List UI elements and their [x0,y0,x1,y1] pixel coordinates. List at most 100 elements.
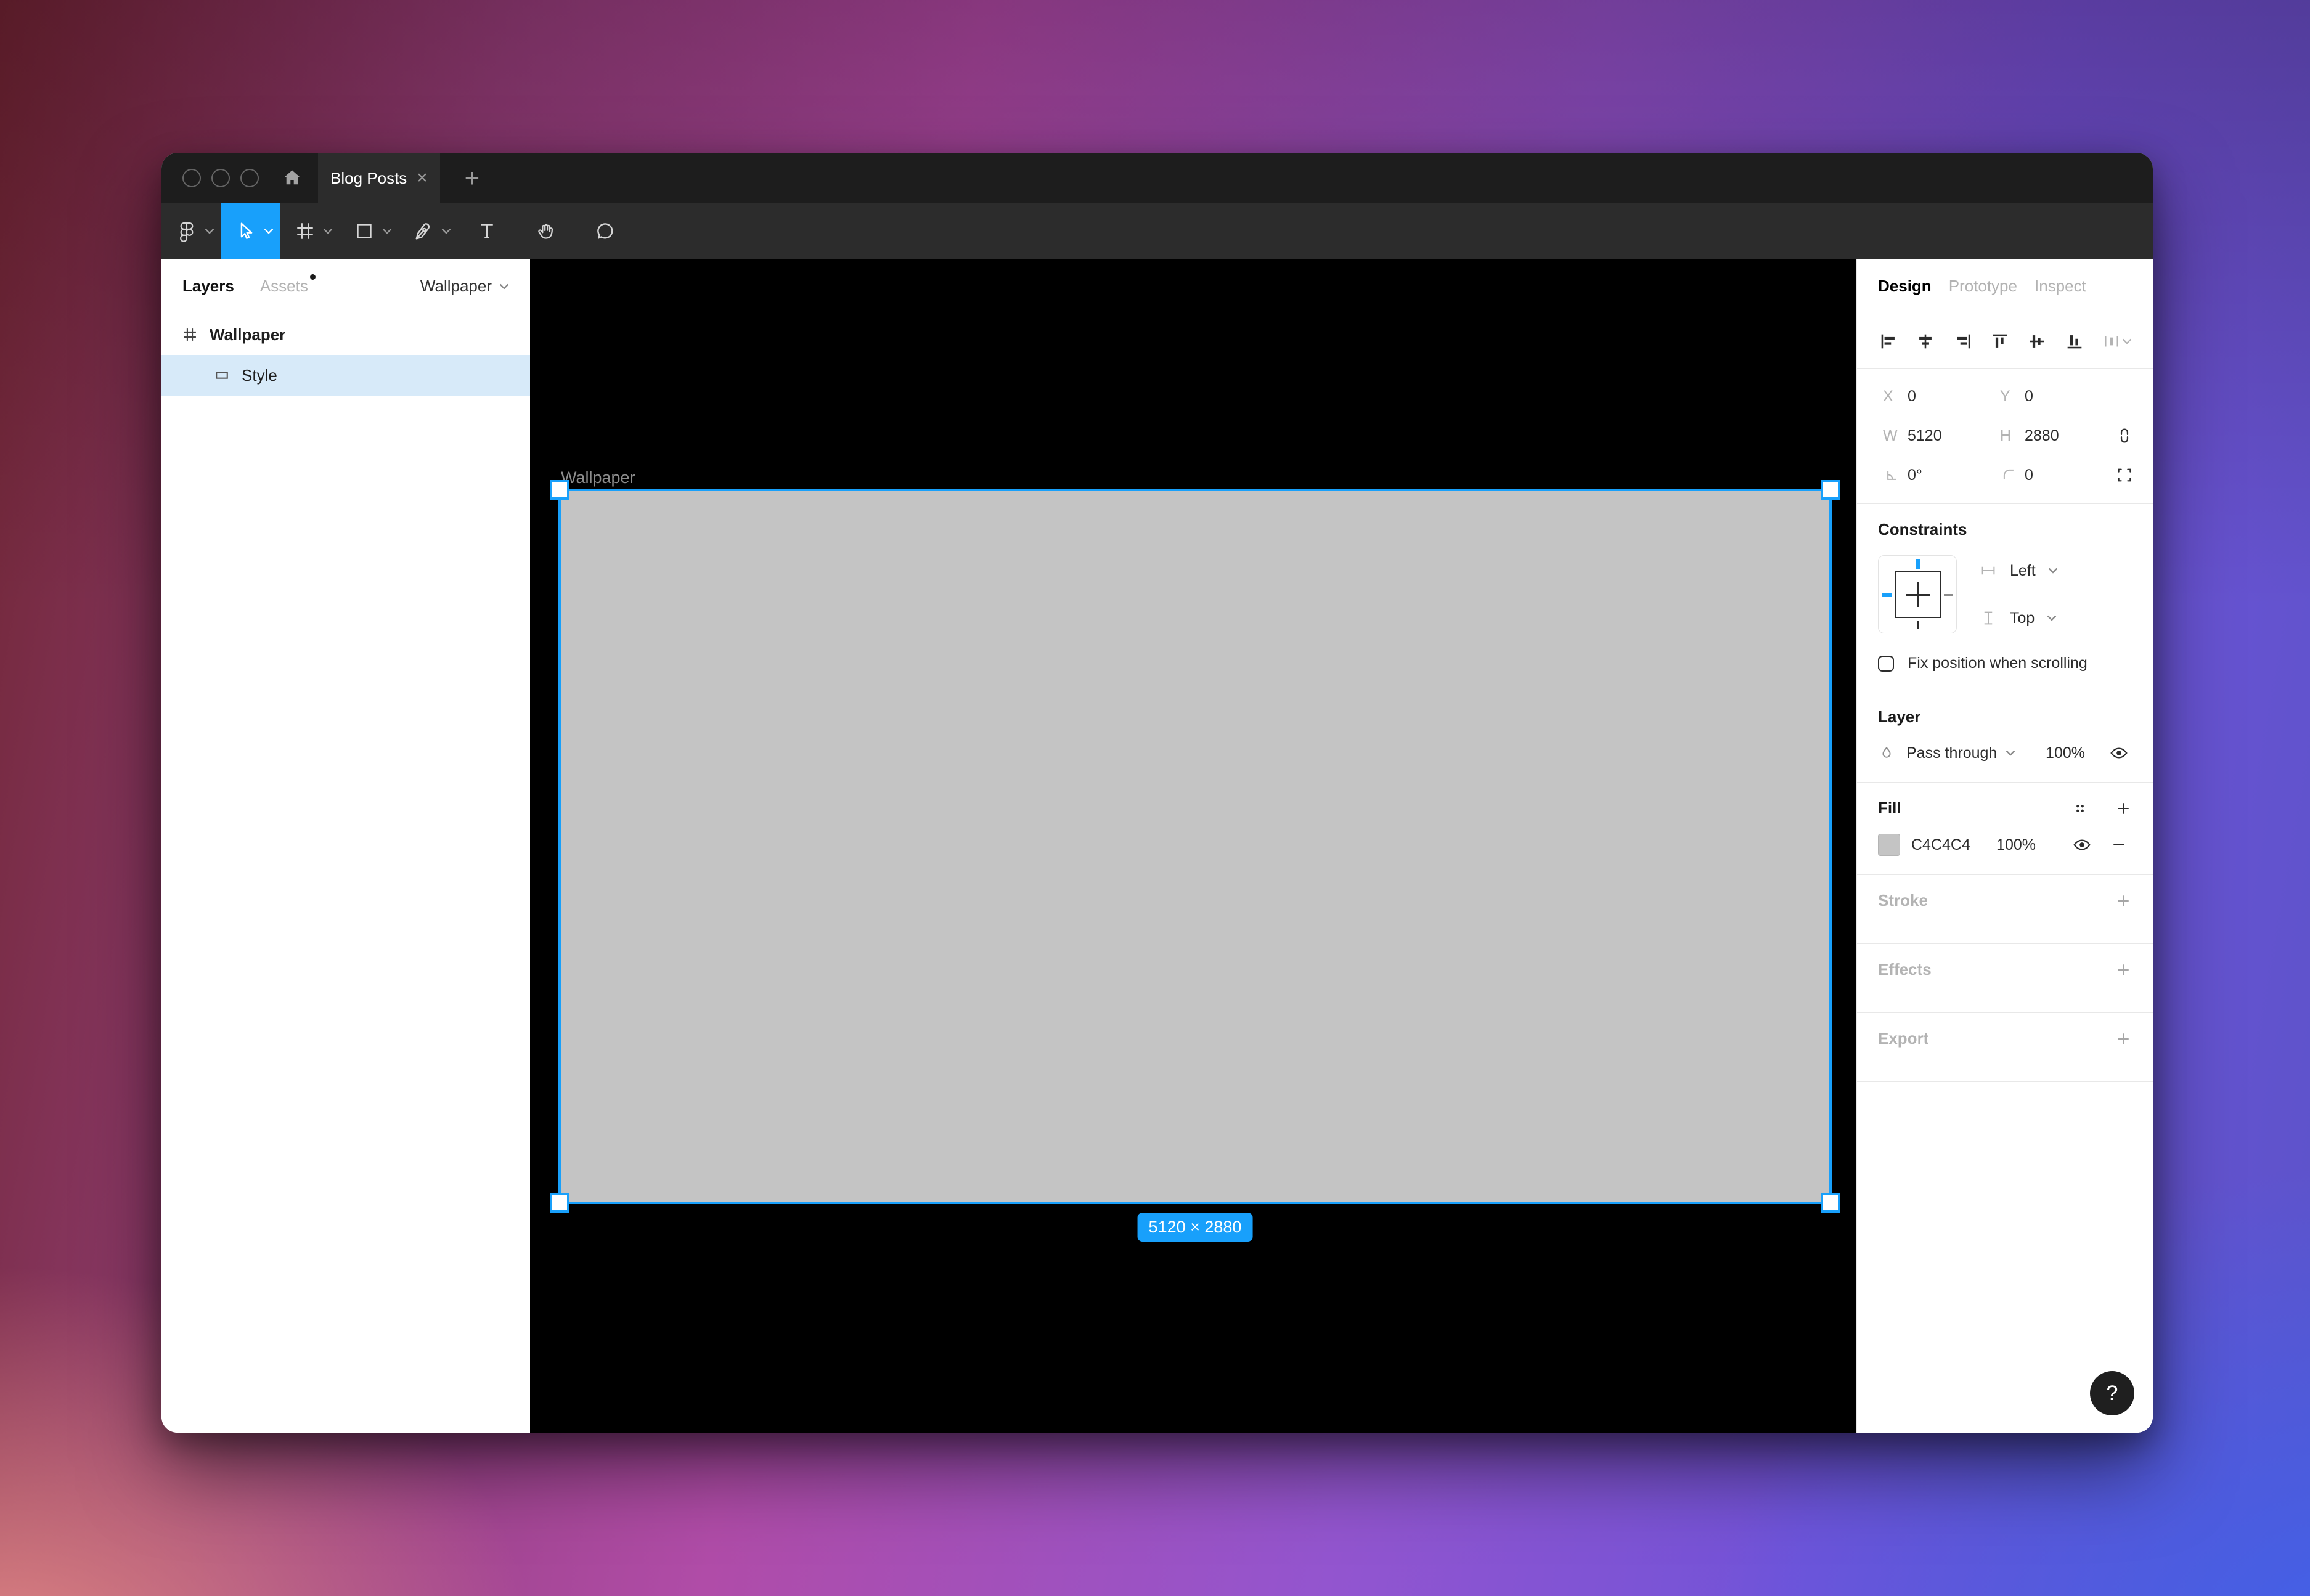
hand-tool-button[interactable] [516,203,576,259]
constraint-horizontal-icon [1979,561,1998,580]
page-selector[interactable]: Wallpaper [420,277,509,296]
fill-styles-button[interactable] [2067,795,2094,822]
rotation-radius-row: 0° 0 [1857,455,2153,495]
move-tool-button[interactable] [221,203,280,259]
shape-tool-button[interactable] [339,203,398,259]
styles-icon [2071,799,2089,818]
selection-handle-bottom-right[interactable] [1823,1195,1838,1210]
text-tool-button[interactable] [457,203,516,259]
page-selector-label: Wallpaper [420,277,492,296]
align-horizontal-center-button[interactable] [1915,331,1936,352]
y-label: Y [2000,388,2025,405]
constraint-left-tick[interactable] [1882,593,1892,597]
distribute-button[interactable] [2101,331,2132,352]
rectangle-layer-icon [213,367,231,384]
frame-tool-icon [294,220,316,242]
figma-window: Blog Posts × + [161,153,2153,1433]
layer-visibility-button[interactable] [2106,743,2132,763]
selection-handle-top-left[interactable] [552,482,567,497]
eye-icon [2108,743,2129,763]
stroke-section: Stroke [1857,875,2153,944]
window-minimize-button[interactable] [211,169,230,187]
assets-notification-dot [310,274,316,280]
tab-assets[interactable]: Assets [260,277,308,296]
chevron-down-icon [205,228,214,234]
tab-layers[interactable]: Layers [182,277,234,296]
tab-design[interactable]: Design [1878,277,1932,296]
help-button[interactable]: ? [2090,1371,2134,1415]
new-tab-button[interactable]: + [456,163,488,193]
fill-opacity-input[interactable]: 100% [1996,836,2036,854]
align-left-button[interactable] [1878,331,1899,352]
xy-row: X 0 Y 0 [1857,377,2153,416]
chevron-down-icon [441,228,451,234]
rectangle-tool-icon [353,220,375,242]
alignment-toolbar [1857,314,2153,369]
close-tab-icon[interactable]: × [417,169,428,187]
selection-handle-top-right[interactable] [1823,482,1838,497]
fill-color-swatch[interactable] [1878,834,1900,856]
tab-prototype[interactable]: Prototype [1949,277,2017,296]
constraints-diagram[interactable] [1878,555,1957,633]
height-input[interactable]: 2880 [2025,427,2117,445]
move-tool-icon [235,220,257,242]
frame-tool-button[interactable] [280,203,339,259]
remove-fill-button[interactable] [2106,836,2132,854]
x-input[interactable]: 0 [1908,388,2000,405]
fill-hex-input[interactable]: C4C4C4 [1911,836,1970,854]
design-panel: Design Prototype Inspect X 0 [1856,259,2153,1433]
fix-position-checkbox[interactable] [1878,656,1894,672]
figma-logo-icon [176,221,197,242]
width-input[interactable]: 5120 [1908,427,2000,445]
horizontal-constraint-value: Left [2010,562,2036,580]
comment-tool-button[interactable] [576,203,635,259]
canvas-frame-label[interactable]: Wallpaper [561,468,635,487]
horizontal-constraint-select[interactable]: Left [1979,561,2058,580]
canvas[interactable]: Wallpaper 5120 × 2880 [530,259,1856,1433]
selected-frame[interactable]: 5120 × 2880 [561,491,1829,1202]
fill-visibility-button[interactable] [2069,834,2095,855]
corner-radius-icon [2000,466,2025,484]
window-close-button[interactable] [182,169,201,187]
add-fill-button[interactable] [2110,795,2137,822]
add-export-button[interactable] [2110,1025,2137,1052]
align-right-button[interactable] [1953,331,1973,352]
constrain-proportions-button[interactable] [2111,425,2138,446]
y-input[interactable]: 0 [2025,388,2117,405]
layer-row-style[interactable]: Style [161,355,530,396]
align-bottom-button[interactable] [2064,331,2085,352]
tab-bar: Blog Posts × + [161,153,2153,203]
blend-mode-select[interactable]: Pass through [1906,744,1997,762]
independent-corners-button[interactable] [2111,465,2138,485]
constraint-right-tick[interactable] [1944,594,1953,596]
eye-icon [2071,834,2092,855]
home-button[interactable] [275,161,309,195]
vertical-constraint-select[interactable]: Top [1979,609,2058,627]
add-stroke-button[interactable] [2110,887,2137,914]
effects-title: Effects [1878,960,2132,979]
layer-opacity-input[interactable]: 100% [2046,744,2085,762]
pen-tool-button[interactable] [398,203,457,259]
constraint-bottom-tick[interactable] [1917,621,1919,629]
document-tab[interactable]: Blog Posts × [318,153,440,203]
add-effect-button[interactable] [2110,956,2137,983]
main-menu-button[interactable] [161,203,221,259]
constraint-vertical-icon [1979,609,1998,627]
pen-tool-icon [412,220,435,242]
toolbar: Share 20% [161,203,2153,259]
chevron-down-icon [2122,338,2132,344]
document-tab-title: Blog Posts [330,169,407,188]
selection-handle-bottom-left[interactable] [552,1195,567,1210]
rotation-input[interactable]: 0° [1908,466,2000,484]
align-vertical-center-button[interactable] [2026,331,2047,352]
align-top-button[interactable] [1990,331,2010,352]
constraint-top-tick[interactable] [1916,559,1920,569]
window-zoom-button[interactable] [240,169,259,187]
hand-tool-icon [535,220,557,242]
layer-row-wallpaper[interactable]: Wallpaper [161,314,530,355]
chevron-down-icon [2047,615,2057,621]
corner-radius-input[interactable]: 0 [2025,466,2117,484]
fix-position-row[interactable]: Fix position when scrolling [1878,654,2132,672]
tab-inspect[interactable]: Inspect [2035,277,2086,296]
stroke-title: Stroke [1878,891,2132,910]
